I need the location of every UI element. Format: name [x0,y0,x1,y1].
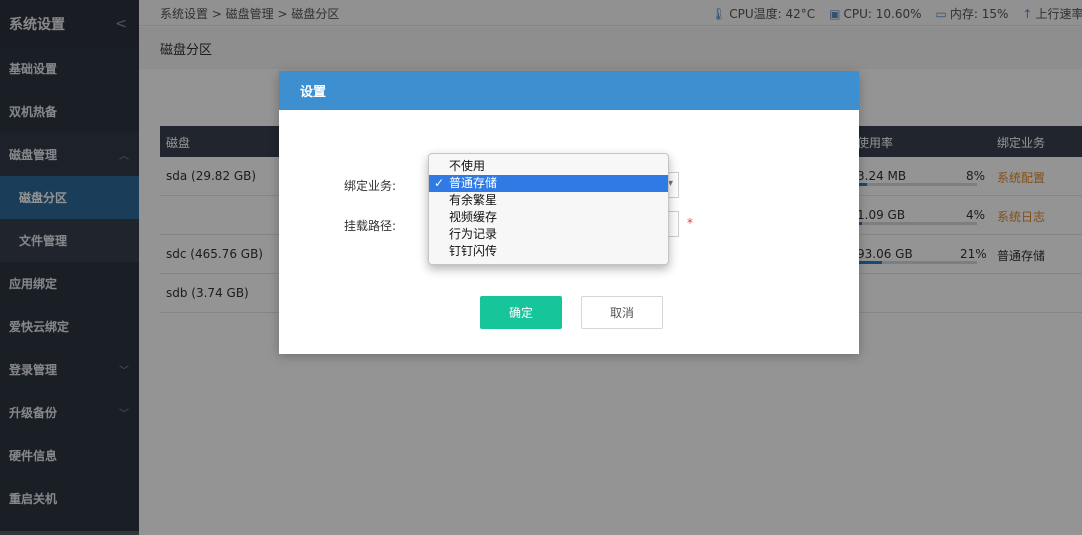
dropdown-option-normal-storage[interactable]: ✓ 普通存储 [429,175,668,192]
dialog-title: 设置 [300,85,327,100]
dialog-header: 设置 [279,71,859,110]
dropdown-option-youyu-fanxing[interactable]: 有余繁星 [429,192,668,209]
dropdown-option-behavior-log[interactable]: 行为记录 [429,226,668,243]
option-label: 有余繁星 [449,193,498,207]
option-label: 视频缓存 [449,210,498,224]
dropdown-option-video-cache[interactable]: 视频缓存 [429,209,668,226]
option-label: 普通存储 [449,176,498,190]
option-label: 不使用 [449,159,486,173]
checkmark-icon: ✓ [434,176,445,190]
dropdown-option-unused[interactable]: 不使用 [429,158,668,175]
confirm-button[interactable]: 确定 [480,296,562,329]
option-label: 钉钉闪传 [449,244,498,258]
required-mark: * [687,216,693,230]
option-label: 行为记录 [449,227,498,241]
bind-business-dropdown: 不使用 ✓ 普通存储 有余繁星 视频缓存 行为记录 钉钉闪传 [428,153,669,265]
bind-business-label: 绑定业务: [344,179,397,193]
mount-path-label: 挂载路径: [344,219,397,233]
dropdown-option-dingding-transfer[interactable]: 钉钉闪传 [429,243,668,260]
cancel-button[interactable]: 取消 [581,296,663,329]
